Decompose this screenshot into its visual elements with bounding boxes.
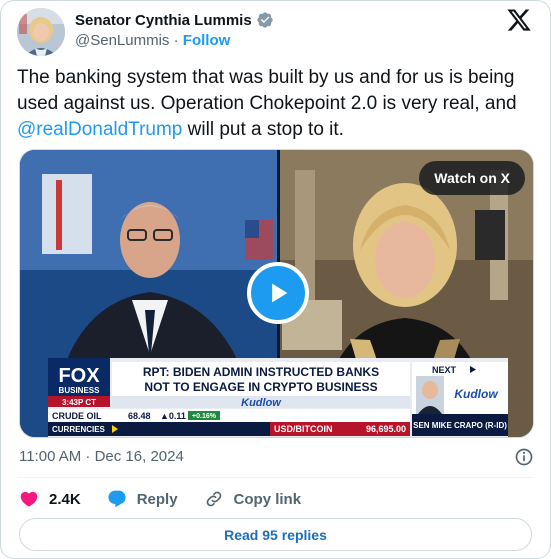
handle-row: @SenLummis · Follow [75, 32, 274, 49]
watch-on-x-button[interactable]: Watch on X [419, 161, 525, 195]
x-logo-icon[interactable] [506, 7, 532, 33]
tweet-header: Senator Cynthia Lummis @SenLummis · Foll… [17, 7, 534, 57]
author-names: Senator Cynthia Lummis @SenLummis · Foll… [75, 11, 274, 49]
btc-label: USD/BITCOIN [274, 424, 333, 434]
separator-dot: · [169, 32, 183, 49]
next-show-text: Kudlow [454, 387, 498, 401]
ticker-crude-label: CRUDE OIL [52, 411, 102, 421]
read-replies-button[interactable]: Read 95 replies [19, 518, 532, 551]
reply-label: Reply [136, 490, 178, 508]
tweet-card: Senator Cynthia Lummis @SenLummis · Foll… [0, 0, 551, 559]
btc-value: 96,695.00 [366, 424, 406, 434]
headline-line-1: RPT: BIDEN ADMIN INSTRUCTED BANKS [143, 365, 379, 379]
time-stamp-text: 3:43P CT [62, 398, 96, 407]
next-label: NEXT [432, 365, 457, 375]
tweet-text-part-2: will put a stop to it. [182, 119, 344, 140]
play-icon [272, 283, 288, 303]
author-display-name[interactable]: Senator Cynthia Lummis [75, 11, 274, 29]
author-handle[interactable]: @SenLummis [75, 32, 169, 49]
ticker-crude-pct: +0.16% [192, 413, 217, 420]
mention-link[interactable]: @realDonaldTrump [17, 119, 182, 140]
info-icon[interactable] [514, 447, 534, 467]
reply-button[interactable]: Reply [107, 489, 178, 509]
reply-bubble-icon [108, 490, 126, 508]
avatar[interactable] [17, 8, 65, 56]
display-name-text[interactable]: Senator Cynthia Lummis [75, 12, 252, 29]
ticker-crude-value: 68.48 [128, 411, 151, 421]
ticker-currencies-label: CURRENCIES [52, 425, 106, 434]
ticker-crude-change: ▲0.11 [160, 411, 186, 421]
link-icon [206, 491, 221, 507]
tweet-timestamp[interactable]: 11:00 AM · Dec 16, 2024 [19, 448, 184, 465]
verified-badge-icon [257, 12, 273, 28]
follow-button[interactable]: Follow [183, 32, 231, 49]
divider [17, 477, 534, 478]
play-button[interactable] [247, 262, 309, 324]
next-guest-text: SEN MIKE CRAPO (R-ID) [413, 421, 507, 430]
fox-logo-text: FOX [58, 365, 100, 387]
like-count: 2.4K [49, 490, 81, 508]
tweet-text-part-1: The banking system that was built by us … [17, 67, 517, 114]
like-button[interactable]: 2.4K [19, 489, 81, 509]
video-player[interactable]: FOX BUSINESS 3:43P CT RPT: BIDEN ADMIN I… [19, 149, 534, 438]
show-name-text: Kudlow [241, 397, 282, 409]
tweet-text: The banking system that was built by us … [17, 65, 532, 143]
fox-business-text: BUSINESS [59, 386, 101, 395]
tweet-actions: 2.4K Reply Copy link [19, 487, 301, 511]
headline-line-2: NOT TO ENGAGE IN CRYPTO BUSINESS [144, 380, 377, 394]
copy-link-label: Copy link [233, 490, 302, 508]
copy-link-button[interactable]: Copy link [204, 489, 302, 509]
heart-icon [20, 491, 38, 507]
